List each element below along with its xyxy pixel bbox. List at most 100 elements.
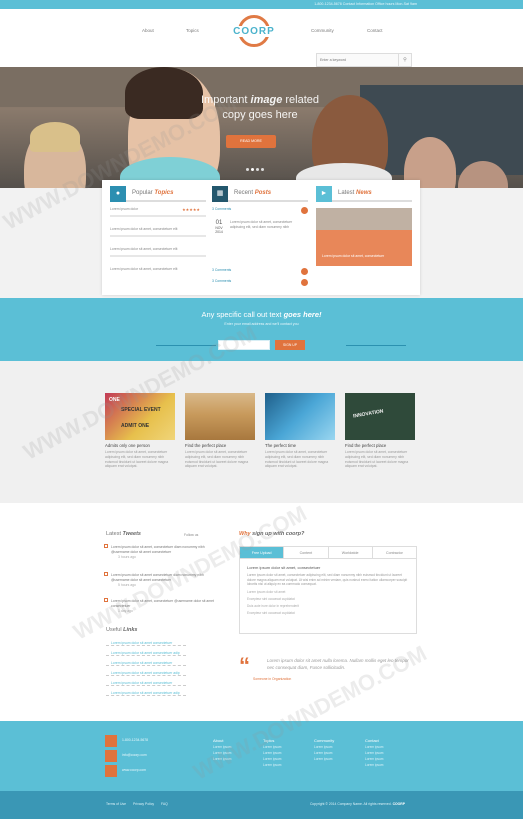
nav-community[interactable]: Community <box>311 28 334 33</box>
feature-card[interactable]: ONE SPECIAL EVENT ADMIT ONE Admits only … <box>105 393 175 469</box>
email-field[interactable] <box>218 340 270 350</box>
footer-link[interactable]: Lorem ipsum <box>263 751 281 755</box>
footer-link[interactable]: Lorem ipsum <box>314 751 334 755</box>
useful-link[interactable]: Lorem ipsum dolor sit amet consectetuer <box>106 641 186 646</box>
list-item[interactable]: Lorem ipsum dolor sit amet, consectetuer… <box>110 267 206 272</box>
terms-link[interactable]: Terms of Use <box>106 802 126 806</box>
quote-author: Someone in Organization <box>253 677 292 681</box>
slider-dot-2[interactable] <box>251 168 254 171</box>
logo-text: COORP <box>232 26 276 37</box>
tab-list-item: Excepteur sint occaecat cupidatat <box>247 596 295 601</box>
ticket-text: SPECIAL EVENT <box>121 407 161 413</box>
tab-list-item: Lorem ipsum dolor sit amet <box>247 589 286 594</box>
useful-link[interactable]: Lorem ipsum dolor sit amet consectetuer … <box>106 691 186 696</box>
read-more-button[interactable]: READ MORE <box>226 135 276 148</box>
footer-link[interactable]: Lorem ipsum <box>365 751 383 755</box>
tab-list-item: Duis aute irure dolor in reprehenderit <box>247 603 299 608</box>
privacy-link[interactable]: Privacy Policy <box>133 802 154 806</box>
useful-links-list: Lorem ipsum dolor sit amet consectetuer … <box>106 641 186 701</box>
footer-col-contact: Contact Lorem ipsum Lorem ipsum Lorem ip… <box>365 738 384 767</box>
post-comments[interactable]: 3 Comments <box>212 207 308 214</box>
footer-link[interactable]: Lorem ipsum <box>365 745 383 749</box>
footer-link[interactable]: Lorem ipsum <box>263 757 281 761</box>
why-tabs: Free Upload Content Worldwide Contractor <box>239 546 417 559</box>
logo[interactable]: COORP <box>232 15 276 59</box>
divider <box>156 345 216 346</box>
list-item[interactable]: Lorem ipsum dolor sit amet, consectetuer… <box>110 227 206 232</box>
footer-link[interactable]: Lorem ipsum <box>213 745 231 749</box>
footer-link[interactable]: Lorem ipsum <box>314 745 334 749</box>
panel-latest-news: ► Latest News Lorem ipsum dolor sit amet… <box>316 186 412 286</box>
list-item[interactable]: Lorem ipsum dolor sit amet, consectetuer… <box>110 247 206 252</box>
footer-email[interactable]: info@coorp.com <box>122 753 147 757</box>
footer-col-about: About Lorem ipsum Lorem ipsum Lorem ipsu… <box>213 738 232 761</box>
tweet-item: Lorem ipsum dolor sit amet, consectetuer… <box>104 544 218 559</box>
panel-title: Recent Posts <box>234 190 272 196</box>
feature-card[interactable]: INNOVATION Find the perfect place Lorem … <box>345 393 415 469</box>
top-info-bar: 1-800-1234-5678 Contact Information Offi… <box>0 0 523 9</box>
useful-link[interactable]: Lorem ipsum dolor sit amet consectetuer <box>106 661 186 666</box>
tab-heading: Lorem ipsum dolor sit amet, consectetuer <box>247 565 321 570</box>
footer-link[interactable]: Lorem ipsum <box>365 763 383 767</box>
news-image[interactable]: Lorem ipsum dolor sit amet, consectetuer <box>316 208 412 266</box>
feature-image <box>185 393 255 440</box>
slider-dot-3[interactable] <box>256 168 259 171</box>
quote-icon: “ <box>239 653 250 678</box>
feature-card[interactable]: Find the perfect place Lorem ipsum dolor… <box>185 393 255 469</box>
tab-paragraph: Lorem ipsum dolor sit amet, consectetuer… <box>247 573 408 587</box>
search-box: ⚲ <box>316 53 412 67</box>
hero-line1: Important <box>200 94 248 106</box>
search-input[interactable] <box>317 54 397 66</box>
list-item[interactable]: Lorem ipsum dolor ★★★★★ <box>110 207 206 212</box>
arrow-icon[interactable] <box>301 268 308 275</box>
panel-title: Popular Topics <box>132 190 174 196</box>
follow-link[interactable]: Follow us <box>184 533 198 538</box>
panel-header: ► Latest News <box>316 186 412 202</box>
useful-link[interactable]: Lorem ipsum dolor sit amet consectetuer <box>106 681 186 686</box>
feature-body: Lorem ipsum dolor sit amet, consectetuer… <box>345 450 409 469</box>
top-info-text: 1-800-1234-5678 Contact Information Offi… <box>314 2 417 6</box>
footer-link[interactable]: Lorem ipsum <box>263 745 281 749</box>
site-footer: 1-800-1234-5678 info@coorp.com www.coorp… <box>0 721 523 791</box>
hero-hair-2 <box>125 67 203 119</box>
cta-subtitle: Enter your email address and we'll conta… <box>224 322 299 326</box>
footer-phone: 1-800-1234-5678 <box>122 738 149 742</box>
divider <box>346 345 406 346</box>
tab-free-upload[interactable]: Free Upload <box>240 547 285 558</box>
footer-link[interactable]: Lorem ipsum <box>213 757 231 761</box>
footer-link[interactable]: Lorem ipsum <box>314 757 334 761</box>
nav-about[interactable]: About <box>142 28 154 33</box>
rating-stars-icon: ★★★★★ <box>182 207 200 212</box>
panel-title: Latest News <box>338 190 372 196</box>
post-comments[interactable]: 3 Comments <box>212 279 308 286</box>
tab-worldwide[interactable]: Worldwide <box>329 547 373 558</box>
phone-icon <box>105 735 117 747</box>
feature-body: Lorem ipsum dolor sit amet, consectetuer… <box>265 450 329 469</box>
post-comments[interactable]: 3 Comments <box>212 268 308 275</box>
footer-link[interactable]: Lorem ipsum <box>263 763 281 767</box>
feature-title: Find the perfect place <box>345 443 387 448</box>
feature-title: Find the perfect place <box>185 443 227 448</box>
feature-title: Admits only one person <box>105 443 150 448</box>
footer-web[interactable]: www.coorp.com <box>122 768 146 772</box>
feature-card[interactable]: The perfect time Lorem ipsum dolor sit a… <box>265 393 335 469</box>
search-icon[interactable]: ⚲ <box>398 54 411 66</box>
post-entry[interactable]: 01 NOV 2014 Lorem ipsum dolor sit amet, … <box>212 220 308 250</box>
nav-topics[interactable]: Topics <box>186 28 199 33</box>
lower-section: Latest Tweets Follow us Lorem ipsum dolo… <box>0 503 523 721</box>
slider-dot-4[interactable] <box>261 168 264 171</box>
sign-up-button[interactable]: SIGN UP <box>275 340 305 350</box>
arrow-icon[interactable] <box>301 279 308 286</box>
tab-content[interactable]: Content <box>284 547 329 558</box>
tab-contractor[interactable]: Contractor <box>373 547 416 558</box>
cta-title: Any specific call out text goes here! <box>201 310 322 319</box>
arrow-icon[interactable] <box>301 207 308 214</box>
footer-link[interactable]: Lorem ipsum <box>213 751 231 755</box>
slider-dot-1[interactable] <box>246 168 249 171</box>
useful-link[interactable]: Lorem ipsum dolor sit amet consectetuer … <box>106 651 186 656</box>
useful-link[interactable]: Lorem ipsum dolor sit amet consectetuer … <box>106 671 186 676</box>
nav-contact[interactable]: Contact <box>367 28 383 33</box>
quote-text: Lorem ipsum dolor sit amet nulla lorema.… <box>267 658 409 670</box>
faq-link[interactable]: FAQ <box>161 802 168 806</box>
footer-link[interactable]: Lorem ipsum <box>365 757 383 761</box>
